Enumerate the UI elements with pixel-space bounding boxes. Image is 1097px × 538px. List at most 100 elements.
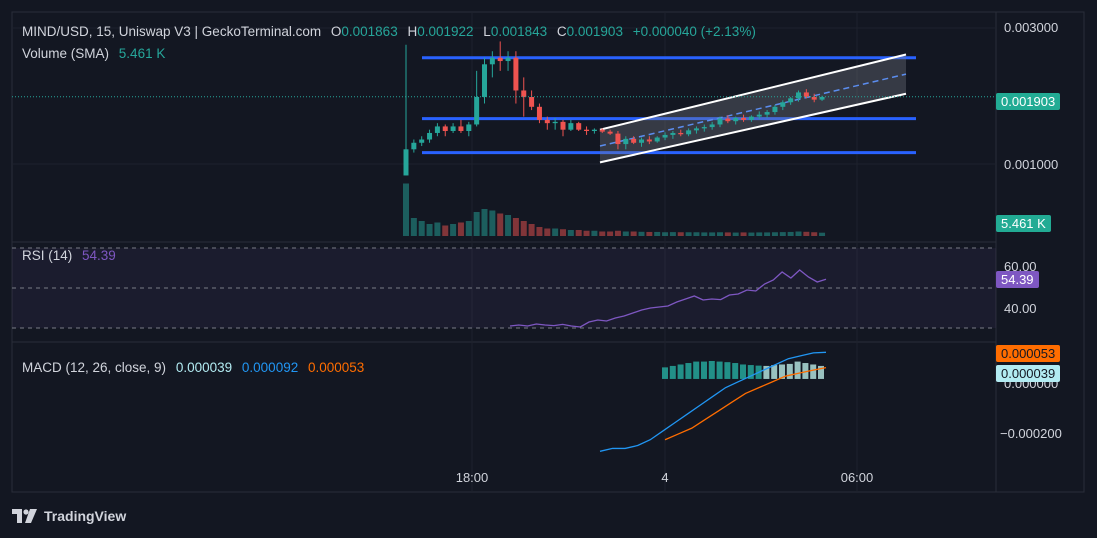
macd-hist-bar-8 — [724, 362, 731, 379]
volume-bar-48 — [779, 232, 786, 236]
candle-body-14 — [513, 57, 519, 91]
volume-bar-19 — [552, 228, 559, 236]
volume-bar-36 — [685, 232, 692, 236]
signal-value: 0.000092 — [241, 360, 299, 375]
candle-body-46 — [764, 112, 770, 115]
price-legend: MIND/USD, 15, Uniswap V3 | GeckoTerminal… — [22, 24, 762, 39]
volume-bar-5 — [442, 225, 449, 236]
volume-bar-34 — [669, 232, 676, 236]
volume-label: Volume (SMA) — [22, 46, 110, 61]
volume-bar-40 — [717, 232, 723, 236]
volume-bar-13 — [505, 215, 512, 236]
volume-bar-32 — [654, 231, 661, 236]
candle-body-47 — [772, 106, 778, 113]
volume-tag: 5.461 K — [996, 215, 1051, 232]
candle-body-50 — [796, 92, 801, 99]
macd-hist-bar-7 — [716, 361, 723, 379]
candle-body-27 — [615, 133, 621, 145]
candle-body-42 — [733, 117, 739, 122]
tradingview-brand[interactable]: TradingView — [12, 508, 126, 524]
macd-hist-bar-6 — [708, 361, 715, 379]
volume-bar-30 — [638, 231, 645, 236]
high-value: 0.001922 — [417, 24, 474, 39]
rsi-label: RSI (14) — [22, 248, 73, 263]
symbol-title: MIND/USD, 15, Uniswap V3 | GeckoTerminal… — [22, 24, 322, 39]
macd-value: 0.000039 — [175, 360, 233, 375]
candle-body-34 — [670, 132, 676, 135]
volume-bar-31 — [646, 231, 653, 236]
volume-bar-2 — [418, 221, 425, 236]
open-value: 0.001863 — [341, 24, 398, 39]
brand-label: TradingView — [44, 508, 127, 524]
macd-white-tag: 0.000039 — [996, 365, 1061, 382]
time-tick-1800: 18:00 — [455, 470, 489, 485]
candle-body-20 — [560, 121, 566, 130]
macd-hist-bar-0 — [662, 367, 668, 379]
candle-body-2 — [419, 139, 425, 143]
last-price-tag: 0.001903 — [996, 93, 1061, 110]
candle-body-13 — [505, 57, 511, 62]
macd-hist-bar-3 — [685, 363, 692, 379]
volume-bar-27 — [614, 230, 621, 236]
chart-stage: MIND/USD, 15, Uniswap V3 | GeckoTerminal… — [0, 0, 1097, 538]
volume-bar-9 — [473, 212, 480, 236]
macd-hist-bar-10 — [740, 364, 746, 379]
candle-body-4 — [434, 126, 440, 133]
volume-bar-35 — [677, 232, 684, 236]
volume-value: 5.461 K — [118, 46, 166, 61]
candle-body-43 — [741, 117, 747, 120]
volume-bar-21 — [567, 230, 574, 236]
time-tick-4: 4 — [661, 470, 669, 485]
volume-bar-38 — [701, 232, 708, 236]
candle-body-40 — [717, 118, 723, 125]
candle-body-10 — [482, 64, 487, 97]
candle-body-0 — [403, 149, 409, 176]
price-tick-low: 0.001000 — [1004, 157, 1059, 172]
candle-body-21 — [568, 123, 574, 130]
candle-body-53 — [819, 97, 825, 100]
macd-hist-bar-19 — [810, 364, 817, 379]
volume-bar-47 — [771, 232, 778, 236]
volume-bar-39 — [709, 232, 716, 236]
volume-bar-51 — [803, 231, 810, 236]
candle-body-7 — [458, 126, 464, 131]
candle-body-44 — [748, 116, 754, 120]
macd-orange-tag: 0.000053 — [996, 345, 1061, 362]
candle-body-28 — [623, 138, 629, 145]
candle-body-1 — [411, 142, 417, 150]
candle-body-48 — [780, 102, 786, 107]
candle-body-37 — [693, 128, 699, 131]
candle-body-11 — [489, 57, 495, 65]
price-scale — [995, 11, 1085, 493]
candle-body-26 — [607, 131, 613, 134]
candle-body-8 — [466, 124, 472, 131]
volume-bar-0 — [403, 183, 409, 236]
histogram-value: 0.000053 — [307, 360, 365, 375]
volume-bar-20 — [560, 229, 566, 236]
rsi-tick-40: 40.00 — [1004, 301, 1037, 316]
candle-body-5 — [442, 126, 448, 131]
volume-bar-14 — [512, 218, 519, 236]
volume-bar-10 — [481, 209, 488, 236]
volume-bar-4 — [434, 222, 441, 236]
volume-bar-15 — [520, 221, 527, 236]
candle-body-36 — [686, 130, 692, 135]
candle-body-6 — [450, 126, 456, 131]
open-label: O — [330, 24, 342, 39]
candle-body-35 — [678, 132, 684, 135]
chart-canvas[interactable] — [0, 0, 1097, 538]
volume-bar-23 — [583, 230, 590, 236]
candle-body-25 — [599, 129, 605, 132]
candle-body-3 — [427, 132, 433, 140]
macd-hist-bar-9 — [732, 363, 739, 379]
low-value: 0.001843 — [490, 24, 548, 39]
candle-body-9 — [474, 97, 480, 125]
candle-body-52 — [811, 97, 817, 100]
volume-bar-6 — [450, 224, 457, 236]
candle-body-17 — [536, 106, 542, 120]
volume-bar-53 — [819, 232, 826, 236]
volume-bar-3 — [426, 224, 433, 236]
volume-bar-37 — [693, 232, 700, 236]
candle-body-38 — [701, 127, 707, 129]
volume-legend: Volume (SMA) 5.461 K — [22, 46, 171, 61]
